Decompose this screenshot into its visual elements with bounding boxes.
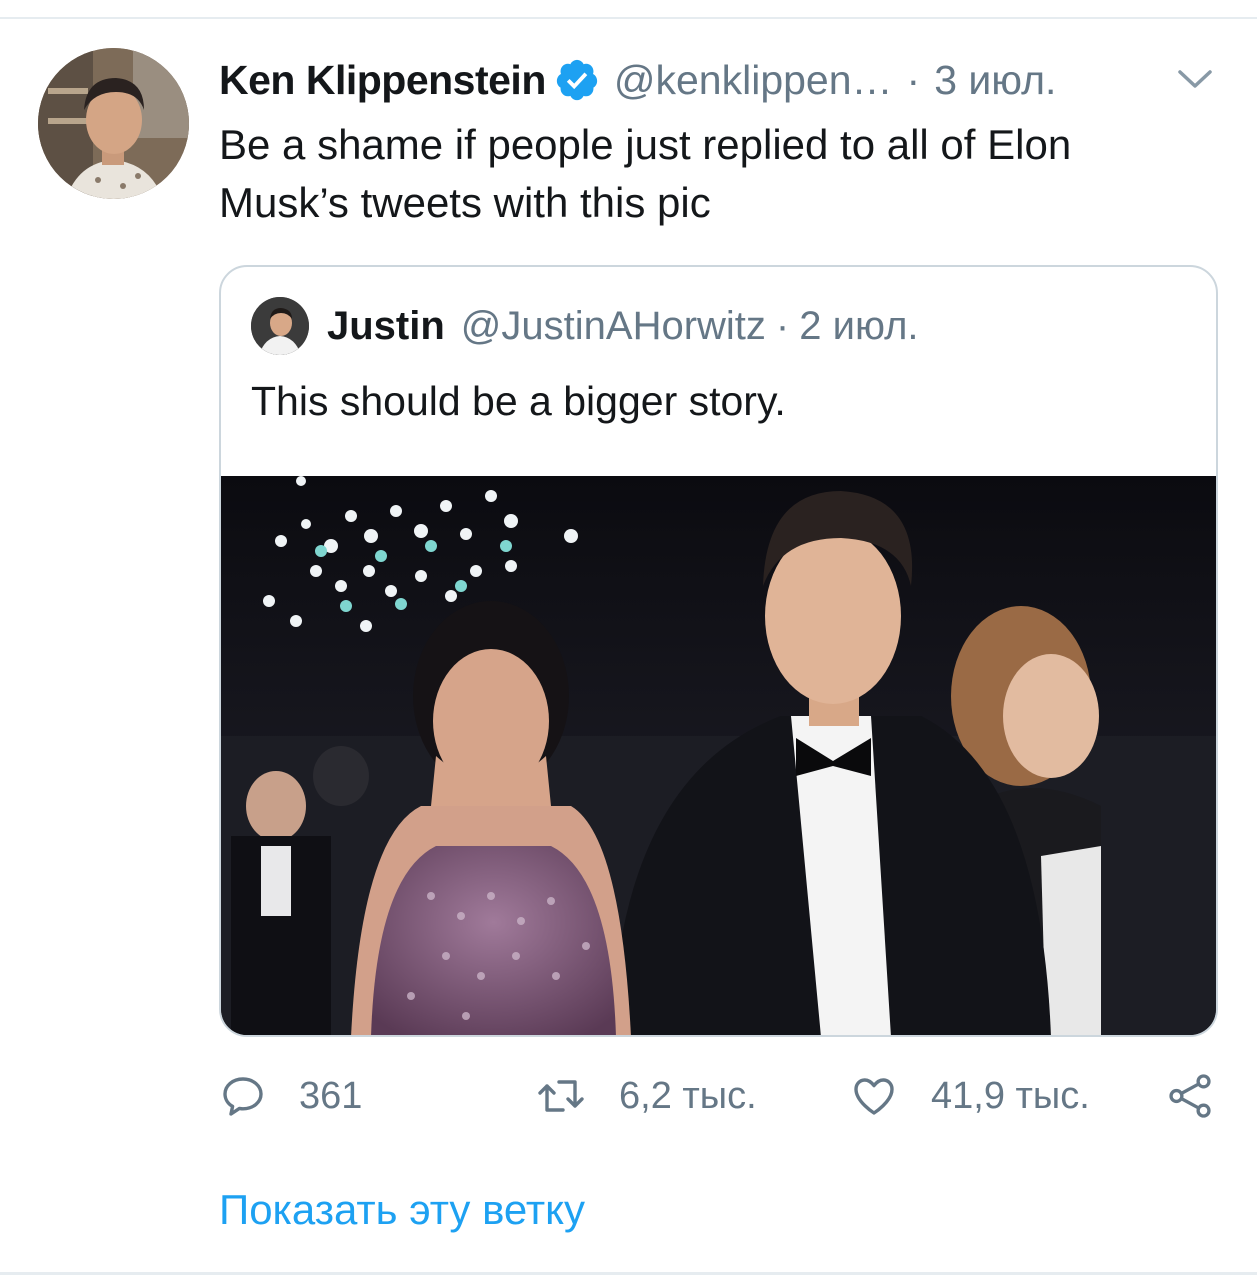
author-name[interactable]: Ken Klippenstein — [219, 57, 546, 104]
tweet-actions: 361 6,2 тыс. 41,9 тыс. — [219, 1066, 1219, 1126]
quoted-author-avatar — [251, 297, 309, 355]
quoted-header-separator: · — [775, 303, 790, 348]
tweet-header: Ken Klippenstein @kenklippen… · 3 июл. — [219, 52, 1219, 108]
reply-count: 361 — [299, 1074, 363, 1117]
retweet-icon — [538, 1080, 584, 1112]
author-avatar-image — [38, 48, 189, 199]
retweet-count: 6,2 тыс. — [619, 1074, 757, 1117]
like-count: 41,9 тыс. — [931, 1074, 1090, 1117]
verified-badge-icon — [556, 59, 597, 101]
reply-icon — [223, 1077, 263, 1116]
chevron-down-icon[interactable] — [1172, 62, 1218, 96]
quoted-tweet-text: This should be a bigger story. — [251, 378, 786, 424]
quoted-tweet-photo[interactable] — [221, 476, 1216, 1035]
tweet-date[interactable]: 3 июл. — [934, 57, 1056, 104]
share-button[interactable] — [1165, 1066, 1215, 1126]
tweet-text: Be a shame if people just replied to all… — [219, 121, 1072, 226]
top-divider — [0, 17, 1257, 19]
reply-button[interactable]: 361 — [219, 1066, 362, 1126]
quoted-tweet-card[interactable]: Justin @JustinAHorwitz · 2 июл. This sho… — [219, 265, 1218, 1037]
quoted-tweet-date: 2 июл. — [799, 303, 919, 348]
quoted-author-name: Justin — [327, 303, 445, 348]
show-thread-link[interactable]: Показать эту ветку — [219, 1186, 585, 1234]
author-handle[interactable]: @kenklippen… — [614, 57, 893, 104]
share-icon — [1169, 1074, 1211, 1118]
author-avatar[interactable] — [38, 48, 189, 199]
like-button[interactable]: 41,9 тыс. — [849, 1066, 1090, 1126]
bottom-divider — [0, 1272, 1257, 1275]
like-icon — [854, 1078, 894, 1115]
quoted-tweet-header: Justin @JustinAHorwitz · 2 июл. — [327, 299, 919, 353]
retweet-button[interactable]: 6,2 тыс. — [535, 1066, 757, 1126]
quoted-author-handle: @JustinAHorwitz — [460, 303, 766, 348]
header-separator: · — [906, 56, 921, 103]
